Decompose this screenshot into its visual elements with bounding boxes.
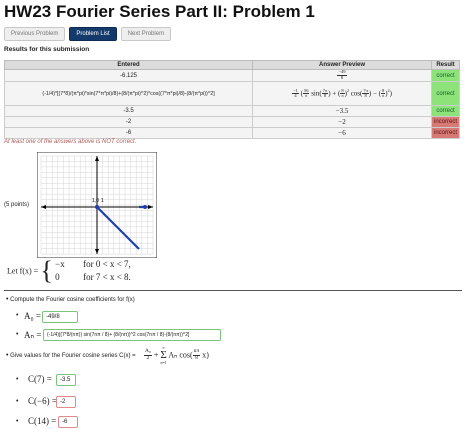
- results-heading: Results for this submission: [4, 46, 90, 53]
- case-expr: 0: [55, 272, 60, 282]
- c14-label: C(14) =: [28, 416, 57, 426]
- bullet-icon: •: [16, 376, 19, 383]
- table-row: -2 −2 incorrect: [4, 116, 460, 128]
- piecewise-definition: Let f(x) = { −x for 0 < x < 7, 0 for 7 < x…: [7, 258, 131, 284]
- table-row: (-1/4)*[(7*8)/(π*pi)*sin(7*π*pi)/8)+(8/(…: [4, 81, 460, 106]
- result-cell: correct: [431, 105, 460, 117]
- c-neg6-label: C(−6) =: [28, 396, 57, 406]
- preview-fraction: −1 4: [292, 87, 299, 99]
- an-label: Aₙ =: [24, 330, 42, 340]
- points-label: (5 points): [4, 202, 30, 208]
- preview-cell: −2: [252, 116, 432, 128]
- page-title: HW23 Fourier Series Part II: Problem 1: [4, 2, 315, 21]
- warning-message: At least one of the answers above is NOT…: [4, 139, 137, 145]
- table-row: -6.125 −49 8 correct: [4, 69, 460, 82]
- series-prompt-text: Give values for the Fourier cosine serie…: [10, 353, 136, 359]
- preview-cell: −1 4 (56 π sin(7π 8) + (8 π)2 cos(7π 8) − (8 π…: [252, 81, 432, 106]
- function-graph: 1,0 1: [37, 152, 157, 258]
- a0-label: A₀ =: [24, 311, 41, 321]
- bullet-icon: •: [16, 398, 19, 405]
- tick-label: 1: [101, 198, 104, 204]
- sigma-icon: ∞ Σn=1: [160, 345, 167, 365]
- series-prompt: • Give values for the Fourier cosine ser…: [6, 352, 136, 359]
- a0-input[interactable]: -49/8: [42, 311, 78, 323]
- c14-input[interactable]: -6: [58, 416, 78, 428]
- entered-cell: -2: [4, 116, 253, 128]
- series-formula: A₀ 2 + ∞ Σn=1 Aₙ cos(nπ 8 x): [144, 345, 209, 365]
- prompt-text: Compute the Fourier cosine coefficients …: [10, 297, 135, 303]
- graph-endpoint: [143, 205, 147, 209]
- results-table: Entered Answer Preview Result -6.125 −49…: [4, 60, 460, 139]
- result-cell: correct: [431, 69, 460, 82]
- c7-label: C(7) =: [28, 374, 52, 384]
- case-cond: for 7 < x < 8.: [83, 272, 131, 282]
- results-header-row: Entered Answer Preview Result: [4, 60, 460, 70]
- preview-cell: −6: [252, 127, 432, 139]
- preview-cell: −3.5: [252, 105, 432, 117]
- result-cell: incorrect: [431, 116, 460, 128]
- tick-label: 1,0: [92, 198, 99, 204]
- preview-fraction: −49 8: [337, 69, 347, 80]
- header-entered: Entered: [4, 60, 253, 70]
- graph-endpoint: [95, 205, 99, 209]
- bullet-icon: •: [6, 352, 9, 359]
- bullet-icon: •: [16, 418, 19, 425]
- brace-icon: {: [40, 256, 53, 285]
- next-problem-button[interactable]: Next Problem: [120, 27, 172, 41]
- entered-cell: -6.125: [4, 69, 253, 82]
- case-expr: −x: [55, 259, 65, 269]
- header-result: Result: [431, 60, 460, 70]
- result-cell: incorrect: [431, 127, 460, 139]
- previous-problem-button[interactable]: Previous Problem: [4, 27, 66, 41]
- entered-cell: -6: [4, 127, 253, 139]
- header-answer-preview: Answer Preview: [252, 60, 432, 70]
- cases: −x for 0 < x < 7, 0 for 7 < x < 8.: [55, 258, 131, 284]
- cosine-coeffs-prompt: • Compute the Fourier cosine coefficient…: [6, 296, 135, 303]
- definition-prefix: Let f(x) =: [7, 266, 39, 276]
- bullet-icon: •: [16, 331, 19, 338]
- problem-nav: Previous Problem Problem List Next Probl…: [4, 27, 172, 41]
- result-cell: correct: [431, 81, 460, 106]
- problem-list-button[interactable]: Problem List: [69, 27, 117, 41]
- entered-cell: (-1/4)*[(7*8)/(π*pi)*sin(7*π*pi)/8)+(8/(…: [4, 81, 253, 106]
- section-divider: [4, 290, 462, 291]
- entered-cell: -3.5: [4, 105, 253, 117]
- table-row: -3.5 −3.5 correct: [4, 105, 460, 117]
- bullet-icon: •: [16, 312, 19, 319]
- c7-input[interactable]: -3.5: [56, 374, 76, 386]
- an-input[interactable]: (-1/4)[(7*8/(nπ)) sin(7nπ / 8)+ (8/(nπ))…: [43, 329, 221, 341]
- table-row: -6 −6 incorrect: [4, 127, 460, 139]
- a0-half: A₀ 2: [144, 348, 152, 361]
- c-neg6-input[interactable]: -2: [56, 396, 76, 408]
- preview-cell: −49 8: [252, 69, 432, 82]
- case-cond: for 0 < x < 7,: [83, 259, 131, 269]
- bullet-icon: •: [6, 296, 9, 303]
